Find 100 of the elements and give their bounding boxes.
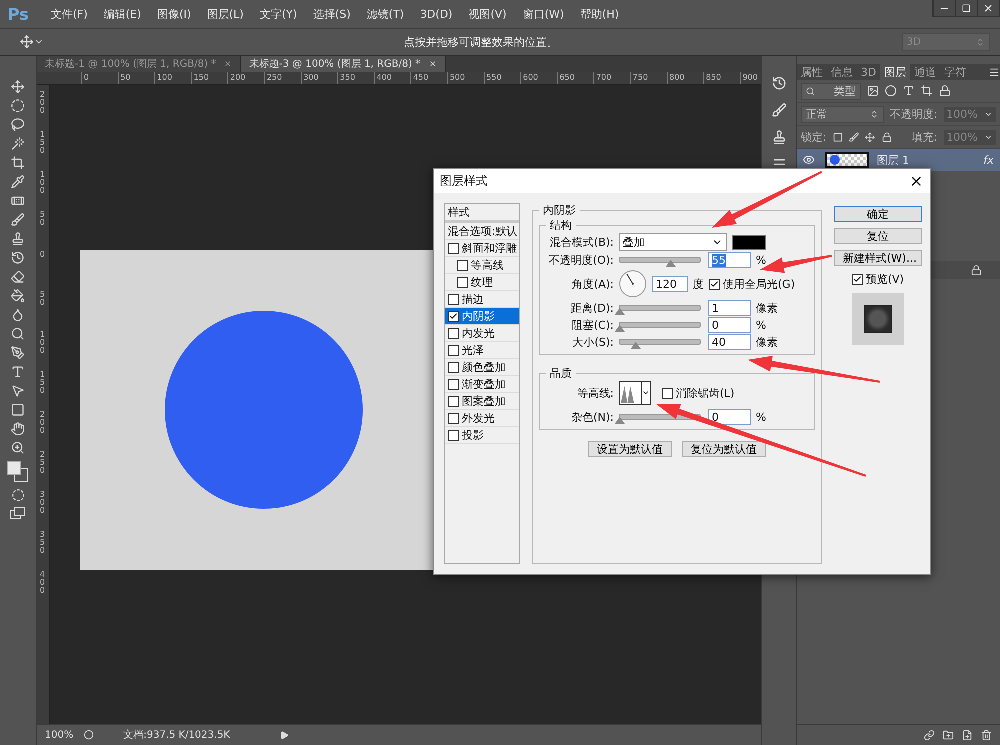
document-tab[interactable]: 未标题-1 @ 100% (图层 1, RGB/8) * [37, 56, 242, 72]
dialog-button[interactable]: 复位 [834, 228, 922, 244]
search-icon[interactable] [11, 327, 25, 341]
checkbox[interactable] [852, 274, 863, 285]
checkbox-label[interactable]: 消除锯齿(L) [676, 386, 735, 400]
play-icon[interactable] [280, 730, 290, 740]
circle-icon[interactable] [885, 85, 897, 97]
panel-tab[interactable]: 图层 [880, 64, 910, 80]
pointer-icon[interactable] [11, 384, 25, 398]
move-icon[interactable] [865, 132, 876, 142]
checkbox[interactable] [457, 276, 468, 288]
shadow-color-swatch[interactable] [732, 234, 766, 250]
slider-thumb[interactable] [615, 308, 625, 315]
slider-thumb[interactable] [666, 260, 676, 267]
screen-mode-icon[interactable] [10, 507, 26, 520]
effect-item[interactable]: 等高线 [445, 257, 519, 274]
checkbox-label[interactable]: 预览(V) [866, 272, 904, 287]
default-button[interactable]: 设置为默认值 [588, 441, 672, 457]
brush-icon[interactable] [11, 213, 25, 227]
move-tool-icon[interactable] [20, 35, 34, 49]
effect-item[interactable]: 内发光 [445, 325, 519, 342]
slider-thumb[interactable] [615, 325, 625, 332]
checkbox[interactable] [457, 260, 468, 270]
paint-bucket-icon[interactable] [11, 289, 25, 303]
rectangle-icon[interactable] [11, 403, 25, 417]
checkbox[interactable] [709, 278, 720, 290]
zoom-icon[interactable] [11, 441, 25, 455]
checkbox[interactable] [448, 396, 459, 406]
effect-item[interactable]: 颜色叠加 [445, 359, 519, 376]
effect-item[interactable]: 外发光 [445, 410, 519, 427]
contour-picker[interactable] [619, 381, 651, 405]
style-item[interactable]: 混合选项:默认 [445, 223, 519, 240]
lock-icon[interactable] [971, 264, 982, 276]
effect-item[interactable]: 斜面和浮雕 [445, 240, 519, 257]
checkbox[interactable] [448, 430, 459, 440]
angle-dial[interactable] [619, 270, 647, 298]
checkbox[interactable] [448, 412, 459, 424]
hand-icon[interactable] [11, 422, 25, 436]
checkbox[interactable] [448, 378, 459, 390]
checkbox[interactable] [448, 310, 459, 322]
type-icon[interactable] [903, 85, 915, 97]
checkbox[interactable] [662, 388, 673, 398]
value-field[interactable]: 55 [708, 252, 751, 268]
menu-item[interactable]: 窗口(W) [514, 6, 572, 22]
history-brush-icon[interactable] [11, 251, 25, 265]
maximize-button[interactable] [955, 0, 977, 16]
blend-mode-select[interactable]: 正常 [801, 106, 884, 122]
value-field[interactable]: 120 [652, 276, 688, 292]
close-button[interactable] [977, 0, 999, 16]
panel-menu-icon[interactable] [989, 66, 1000, 78]
slider-thumb[interactable] [631, 342, 641, 349]
history-icon[interactable] [772, 76, 786, 91]
eyedropper-icon[interactable] [11, 175, 25, 189]
folder-icon[interactable] [943, 730, 954, 740]
color-swatches-icon[interactable] [6, 460, 30, 484]
effect-item[interactable]: 投影 [445, 427, 519, 444]
trash-icon[interactable] [981, 730, 992, 740]
dialog-button[interactable]: 确定 [834, 206, 922, 222]
effect-item[interactable]: 内阴影 [445, 308, 519, 325]
effect-item[interactable]: 图案叠加 [445, 393, 519, 410]
magic-wand-icon[interactable] [11, 137, 25, 151]
menu-item[interactable]: 图像(I) [149, 6, 200, 22]
value-field[interactable]: 0 [708, 409, 751, 425]
menu-item[interactable]: 3D(D) [412, 8, 461, 20]
menu-item[interactable]: 编辑(E) [96, 6, 150, 22]
menu-item[interactable]: 文件(F) [42, 6, 96, 22]
effect-item[interactable]: 渐变叠加 [445, 376, 519, 393]
checkbox-label[interactable]: 使用全局光(G) [723, 276, 796, 292]
brush-icon[interactable] [772, 103, 786, 118]
crop-icon[interactable] [11, 156, 25, 170]
slider-thumb[interactable] [615, 417, 625, 424]
lock-icon[interactable] [939, 85, 951, 97]
checkbox[interactable] [448, 328, 459, 338]
checkbox[interactable] [448, 242, 459, 254]
checkbox[interactable] [448, 362, 459, 372]
pen-icon[interactable] [11, 346, 25, 360]
value-field[interactable]: 1 [708, 300, 751, 316]
type-icon[interactable] [11, 365, 25, 379]
link-icon[interactable] [924, 730, 935, 740]
checkbox[interactable] [448, 294, 459, 304]
move-icon[interactable] [11, 80, 25, 94]
quick-mask-icon[interactable] [12, 489, 24, 502]
filter-select[interactable]: 类型 [801, 82, 861, 100]
value-field[interactable]: 40 [708, 334, 751, 350]
brush-icon[interactable] [849, 132, 860, 142]
bandage-icon[interactable] [11, 194, 25, 208]
default-button[interactable]: 复位为默认值 [682, 441, 766, 457]
menu-item[interactable]: 滤镜(T) [358, 6, 412, 22]
eraser-icon[interactable] [11, 270, 25, 284]
effect-item[interactable]: 纹理 [445, 274, 519, 291]
stamp-icon[interactable] [11, 232, 25, 246]
dialog-button[interactable]: 新建样式(W)... [834, 250, 922, 266]
menu-item[interactable]: 选择(S) [305, 6, 359, 22]
effects-label[interactable]: fx [984, 154, 994, 166]
crop-icon[interactable] [921, 85, 933, 97]
image-icon[interactable] [867, 85, 879, 97]
menu-item[interactable]: 视图(V) [460, 6, 515, 22]
stamp-icon[interactable] [772, 130, 786, 145]
document-tab[interactable]: 未标题-3 @ 100% (图层 1, RGB/8) * [241, 56, 446, 72]
droplet-icon[interactable] [11, 308, 25, 322]
